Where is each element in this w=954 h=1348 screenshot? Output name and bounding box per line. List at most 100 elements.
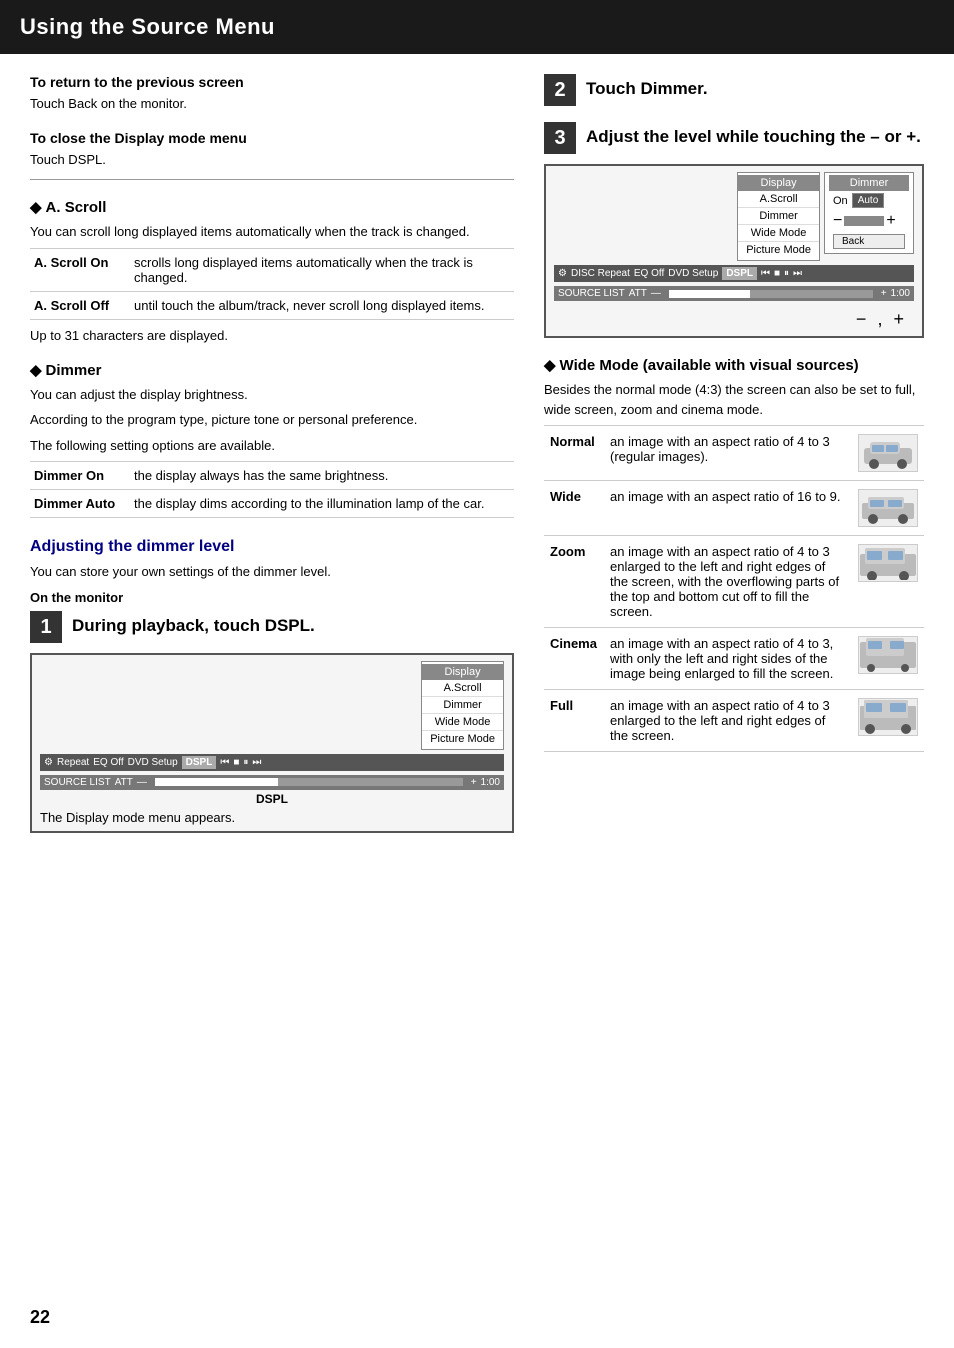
dimmer-section-body3: The following setting options are availa… [30,436,514,456]
close-section-body: Touch DSPL. [30,150,514,170]
dash-label: — [137,777,147,788]
progress-bar [155,778,463,786]
step3-text: Adjust the level while touching the – or… [586,122,921,148]
dimmer-on-term: Dimmer On [30,462,130,490]
scroll-off-row: A. Scroll Off until touch the album/trac… [30,291,514,319]
wide-car-image [858,489,918,527]
dimmer-auto-btn[interactable]: Auto [852,193,885,208]
scroll-on-row: A. Scroll On scrolls long displayed item… [30,248,514,291]
step1-num: 1 [30,611,62,643]
scroll-section-body: You can scroll long displayed items auto… [30,222,514,242]
dimmer-slider-row: − + [829,210,909,232]
menu-item-picturemode[interactable]: Picture Mode [422,731,503,747]
cinema-img [852,628,924,690]
plus-btn[interactable]: + [471,777,477,788]
zoom-row: Zoom an image with an aspect ratio of 4 … [544,536,924,628]
normal-img [852,426,924,481]
dimmer-section-body2: According to the program type, picture t… [30,410,514,430]
zoom-car-image [858,544,918,582]
dimmer-on-label: On [833,195,848,207]
step2-row: 2 Touch Dimmer. [544,74,924,106]
bottom-disc-r: DISC Repeat [571,268,630,279]
progress-fill [155,778,278,786]
bottom-gear-r: ⚙ [558,268,567,279]
monitor-menu: Display A.Scroll Dimmer Wide Mode Pictur… [421,661,504,750]
adjusting-body: You can store your own settings of the d… [30,562,514,582]
plus-sign[interactable]: + [893,309,904,329]
full-def: an image with an aspect ratio of 4 to 3 … [604,690,852,752]
dimmer-panel-title: Dimmer [829,175,909,191]
monitor-right-panel-area: Display A.Scroll Dimmer Wide Mode Pictur… [554,172,914,261]
step3-num: 3 [544,122,576,154]
menu-title-right: Display [738,175,819,191]
step3-container: 3 Adjust the level while touching the – … [544,122,924,338]
bottom-stop: ■ [233,757,239,768]
minus-sign[interactable]: − [856,309,867,329]
scroll-table: A. Scroll On scrolls long displayed item… [30,248,514,320]
wide-img [852,481,924,536]
source-list-r: SOURCE LIST [558,288,625,299]
menu-item-widemode[interactable]: Wide Mode [422,714,503,731]
monitor-mockup-step3: Display A.Scroll Dimmer Wide Mode Pictur… [544,164,924,338]
menu-item-ascroll[interactable]: A.Scroll [422,680,503,697]
progress-bar-r [669,290,873,298]
wide-mode-body: Besides the normal mode (4:3) the screen… [544,380,924,419]
normal-term: Normal [544,426,604,481]
dimmer-table: Dimmer On the display always has the sam… [30,461,514,518]
page-number: 22 [30,1307,50,1328]
zoom-img [852,536,924,628]
bottom-repeat: Repeat [57,757,89,768]
monitor-source-bar-r: SOURCE LIST ATT — + 1:00 [554,286,914,301]
zoom-car-svg [860,546,916,580]
menu-item-widemode-r[interactable]: Wide Mode [738,225,819,242]
monitor-source-bar: SOURCE LIST ATT — + 1:00 [40,775,504,790]
wide-row: Wide an image with an aspect ratio of 16… [544,481,924,536]
bottom-dspl-r[interactable]: DSPL [722,267,757,280]
step2-text: Touch Dimmer. [586,74,708,100]
bottom-stop-r: ■ [774,268,780,279]
dimmer-plus-btn[interactable]: + [886,212,895,230]
scroll-off-term: A. Scroll Off [30,291,130,319]
menu-item-ascroll-r[interactable]: A.Scroll [738,191,819,208]
menu-title: Display [422,664,503,680]
page: Using the Source Menu To return to the p… [0,0,954,1348]
full-term: Full [544,690,604,752]
normal-def: an image with an aspect ratio of 4 to 3 … [604,426,852,481]
att-label: ATT [115,777,133,788]
dimmer-auto-term: Dimmer Auto [30,490,130,518]
dimmer-section-title: Dimmer [30,361,514,379]
menu-item-dimmer-r[interactable]: Dimmer [738,208,819,225]
cinema-car-image [858,636,918,674]
dimmer-on-def: the display always has the same brightne… [130,462,514,490]
bottom-dspl[interactable]: DSPL [182,756,217,769]
monitor-menu-right: Display A.Scroll Dimmer Wide Mode Pictur… [737,172,820,261]
dimmer-panel: Dimmer On Auto − + [824,172,914,254]
return-section-body: Touch Back on the monitor. [30,94,514,114]
menu-item-picturemode-r[interactable]: Picture Mode [738,242,819,258]
cinema-term: Cinema [544,628,604,690]
header-title-text: Using the Source Menu [20,14,275,39]
dimmer-auto-row: Dimmer Auto the display dims according t… [30,490,514,518]
main-content: To return to the previous screen Touch B… [30,74,924,843]
scroll-off-def: until touch the album/track, never scrol… [130,291,514,319]
divider-1 [30,179,514,180]
step2-container: 2 Touch Dimmer. [544,74,924,106]
dimmer-back-btn[interactable]: Back [833,234,905,249]
bottom-prev-r: ⏮ [761,268,770,279]
step2-num: 2 [544,74,576,106]
dimmer-on-row: Dimmer On the display always has the sam… [30,462,514,490]
menu-item-dimmer[interactable]: Dimmer [422,697,503,714]
bottom-prev: ⏮ [220,757,229,768]
dimmer-minus-btn[interactable]: − [833,212,842,230]
wide-mode-title: Wide Mode (available with visual sources… [544,356,924,374]
bottom-next: ⏭ [252,757,261,768]
monitor-mockup-step1: Display A.Scroll Dimmer Wide Mode Pictur… [30,653,514,833]
adjusting-title: Adjusting the dimmer level [30,538,514,556]
bottom-dvd: DVD Setup [128,757,178,768]
wide-mode-table: Normal an image with an aspect ratio of … [544,425,924,752]
dash-r: — [651,288,661,299]
monitor-bottom-bar-r: ⚙ DISC Repeat EQ Off DVD Setup DSPL ⏮ ■ … [554,265,914,282]
wide-term: Wide [544,481,604,536]
plus-r[interactable]: + [881,288,887,299]
cinema-row: Cinema an image with an aspect ratio of … [544,628,924,690]
